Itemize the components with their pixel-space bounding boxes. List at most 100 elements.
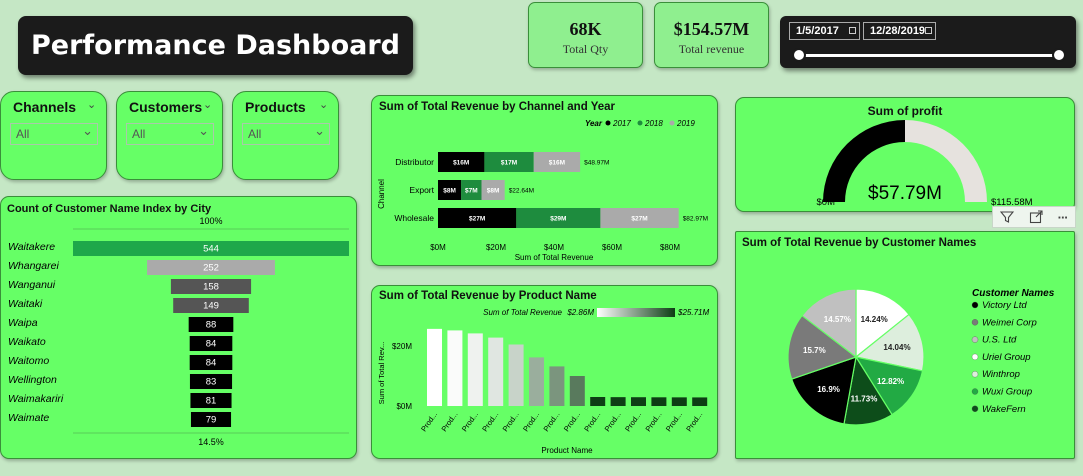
start-date-value: 1/5/2017 [796, 25, 839, 37]
customers-dropdown[interactable]: All ⌄ [126, 123, 214, 145]
legend-label: 2018 [644, 119, 663, 128]
chart-title: Count of Customer Name Index by City [7, 203, 212, 215]
pie-slice-label: 14.24% [861, 315, 888, 324]
funnel-category-label: Waipa [8, 317, 38, 329]
calendar-icon[interactable] [849, 27, 856, 34]
gradient-legend-title: Sum of Total Revenue [483, 308, 562, 317]
start-date-input[interactable]: 1/5/2017 [789, 22, 860, 40]
customer-pie-card: Sum of Total Revenue by Customer Names 1… [735, 231, 1075, 459]
city-funnel-chart[interactable]: 100% Waitakere 544 Whangarei 252 Wanganui 158 W… [1, 217, 356, 457]
x-tick-label: Prod... [480, 410, 500, 433]
funnel-category-label: Whangarei [8, 260, 59, 272]
gradient-min-label: $2.86M [566, 308, 594, 317]
channel-year-chart[interactable]: Year 2017 2018 2019 Channel Distributor $16M $1… [372, 114, 717, 264]
x-tick-label: Prod... [623, 410, 643, 433]
end-date-input[interactable]: 12/28/2019 [863, 22, 936, 40]
pie-slice-label: 14.04% [883, 343, 910, 352]
gauge-value-label: $57.79M [868, 183, 942, 204]
legend-marker [971, 336, 979, 343]
pie-slice-label: 15.7% [803, 346, 826, 355]
product-revenue-chart[interactable]: Sum of Total Revenue $2.86M $25.71M Sum of … [372, 303, 717, 458]
kpi-value: $154.57M [673, 19, 750, 39]
product-bar [549, 366, 565, 406]
more-options-icon[interactable]: ··· [1058, 210, 1069, 225]
end-date-value: 12/28/2019 [870, 25, 926, 37]
profit-gauge-card: Sum of profit $57.79M $0M $115.58M [735, 97, 1075, 212]
bar-data-label: $17M [501, 160, 517, 167]
funnel-value-label: 81 [206, 396, 217, 407]
gradient-max-label: $25.71M [677, 308, 709, 317]
dropdown-value: All [16, 127, 30, 141]
legend-marker [971, 371, 979, 378]
legend-label: WakeFern [982, 404, 1026, 415]
funnel-category-label: Waitakere [8, 241, 55, 253]
x-tick-label: Prod... [582, 410, 602, 433]
legend-label: 2017 [612, 119, 631, 128]
pie-slice-label: 14.57% [824, 315, 851, 324]
page-title: Performance Dashboard [18, 16, 413, 75]
bar-data-label: $8M [487, 188, 500, 195]
pie-slice-label: 16.9% [817, 385, 840, 394]
gradient-legend-bar [597, 308, 675, 317]
x-tick-label: $0M [430, 243, 446, 252]
pie-slice-label: 11.73% [851, 394, 878, 403]
product-bar [692, 397, 708, 406]
gauge-min-label: $0M [817, 197, 836, 208]
bar-data-label: $16M [453, 160, 469, 167]
legend-label: Weimei Corp [982, 317, 1037, 328]
chart-title: Sum of Total Revenue by Channel and Year [379, 101, 616, 113]
funnel-category-label: Waimate [8, 412, 49, 424]
kpi-total-qty: 68K Total Qty [528, 2, 643, 68]
x-tick-label: Prod... [419, 410, 439, 433]
funnel-category-label: Waitomo [8, 355, 49, 367]
legend-title: Customer Names [972, 288, 1055, 299]
profit-gauge-chart[interactable]: $57.79M$0M $115.58M [736, 116, 1074, 211]
product-bar [488, 337, 504, 406]
slicer-channels: Channels ⌄ All ⌄ [0, 91, 107, 180]
slicer-title: Products [245, 99, 306, 115]
legend-marker [605, 120, 611, 126]
products-dropdown[interactable]: All ⌄ [242, 123, 330, 145]
kpi-label: Total revenue [678, 42, 745, 56]
funnel-bottom-label: 14.5% [198, 437, 224, 447]
channels-dropdown[interactable]: All ⌄ [10, 123, 98, 145]
funnel-value-label: 88 [206, 320, 217, 331]
product-bar [508, 344, 524, 406]
x-tick-label: Prod... [521, 410, 541, 433]
legend-label: Uriel Group [982, 352, 1031, 363]
funnel-value-label: 252 [203, 263, 219, 274]
chevron-down-icon: ⌄ [82, 123, 93, 138]
x-tick-label: Prod... [460, 410, 480, 433]
product-bar [590, 397, 606, 406]
calendar-icon[interactable] [925, 27, 932, 34]
channel-year-card: Sum of Total Revenue by Channel and Year… [371, 95, 718, 266]
slider-track[interactable] [798, 54, 1060, 57]
slider-start-handle[interactable] [792, 48, 806, 62]
product-bar [447, 330, 463, 406]
chevron-down-icon[interactable]: ⌄ [87, 98, 96, 111]
x-tick-label: $40M [544, 243, 564, 252]
product-bar [529, 357, 544, 406]
funnel-category-label: Wanganui [8, 279, 56, 291]
funnel-category-label: Wellington [8, 374, 57, 386]
slicer-title: Channels [13, 99, 77, 115]
slicer-title: Customers [129, 99, 203, 115]
slider-end-handle[interactable] [1052, 48, 1066, 62]
legend-marker [669, 120, 675, 126]
product-bar [651, 397, 667, 406]
chevron-down-icon[interactable]: ⌄ [203, 98, 212, 111]
legend-marker [971, 301, 979, 309]
filter-icon[interactable] [1000, 210, 1015, 224]
date-range-slicer: 1/5/2017 12/28/2019 [780, 16, 1076, 68]
kpi-label: Total Qty [562, 42, 609, 56]
slicer-customers: Customers ⌄ All ⌄ [116, 91, 223, 180]
focus-mode-icon[interactable] [1029, 210, 1043, 224]
y-tick-label: Distributor [395, 157, 434, 167]
x-tick-label: $80M [660, 243, 680, 252]
y-tick-label: Wholesale [394, 213, 434, 223]
legend-label: 2019 [676, 119, 695, 128]
customer-pie-chart[interactable]: 14.24% 14.04% 12.82% 11.73% 16.9% 15.7% 14.57%… [736, 252, 1074, 457]
legend-marker [971, 319, 979, 326]
chevron-down-icon[interactable]: ⌄ [319, 98, 328, 111]
funnel-value-label: 158 [203, 282, 219, 293]
